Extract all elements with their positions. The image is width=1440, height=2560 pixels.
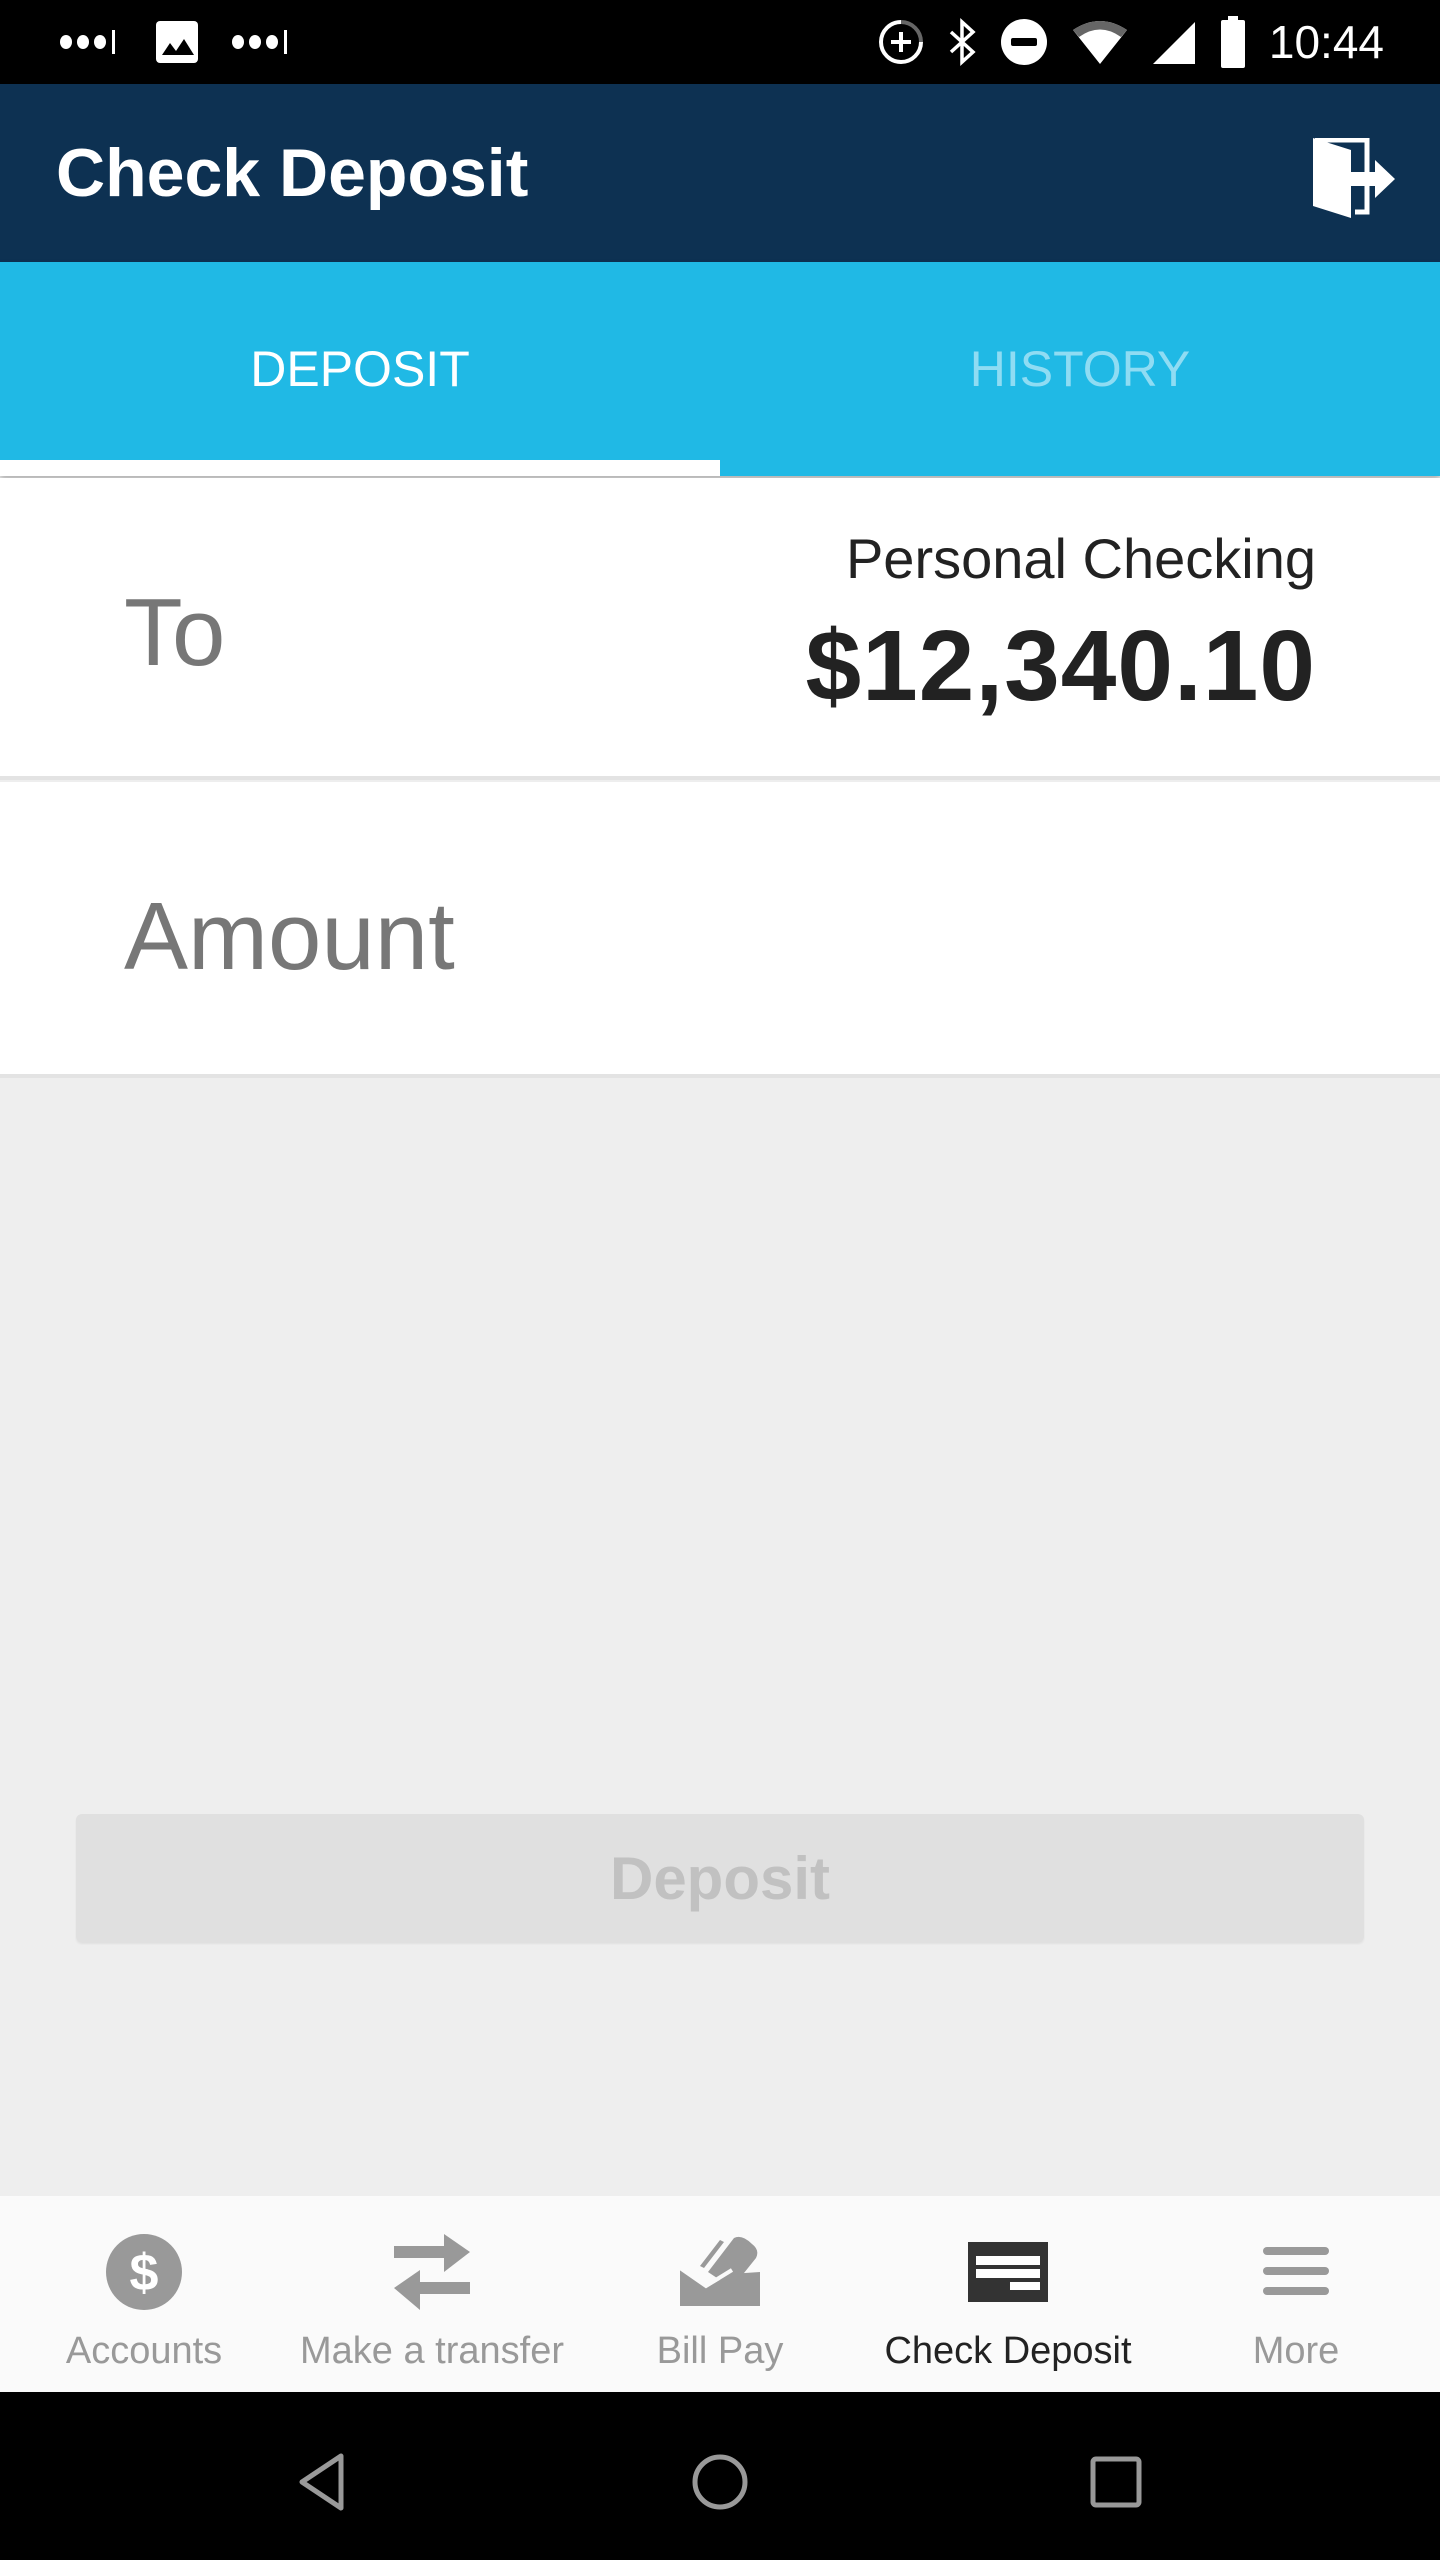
svg-text:$: $	[130, 2244, 159, 2302]
nav-item-bill-pay[interactable]: Bill Pay	[576, 2196, 864, 2392]
amount-label: Amount	[124, 883, 455, 990]
nav-label: Bill Pay	[656, 2330, 784, 2372]
nav-item-check-deposit[interactable]: Check Deposit	[864, 2196, 1152, 2392]
nav-item-accounts[interactable]: $ Accounts	[0, 2196, 288, 2392]
account-name: Personal Checking	[845, 527, 1316, 590]
logout-door-icon	[1313, 138, 1395, 218]
data-saver-icon	[878, 20, 923, 64]
to-label: To	[124, 579, 226, 686]
selected-account: Personal Checking $12,340.10	[806, 526, 1317, 724]
nav-label: Accounts	[65, 2330, 223, 2372]
signal-dots-icon	[232, 30, 287, 54]
status-time: 10:44	[1268, 16, 1384, 68]
page-title: Check Deposit	[56, 135, 529, 211]
nav-item-more[interactable]: More	[1152, 2196, 1440, 2392]
tab-history[interactable]: HISTORY	[720, 262, 1440, 476]
system-navigation-bar	[0, 2392, 1440, 2560]
transfer-arrows-icon	[394, 2234, 470, 2310]
account-balance: $12,340.10	[805, 610, 1316, 722]
deposit-button[interactable]: Deposit	[76, 1814, 1364, 1942]
status-bar: 10:44	[0, 0, 1440, 84]
home-circle-icon	[692, 2454, 748, 2510]
bluetooth-icon	[949, 18, 976, 66]
amount-field[interactable]: Amount	[0, 782, 1440, 1078]
back-button[interactable]	[282, 2442, 362, 2522]
battery-icon	[1220, 16, 1245, 68]
recents-square-icon	[1090, 2456, 1142, 2508]
do-not-disturb-icon	[1000, 19, 1047, 65]
bottom-navigation: $ Accounts Make a transfer Bill Pay Chec…	[0, 2196, 1440, 2392]
logout-button[interactable]	[1304, 134, 1404, 224]
bill-envelope-icon	[680, 2236, 760, 2306]
nav-label: More	[1252, 2330, 1340, 2372]
dollar-circle-icon: $	[106, 2234, 182, 2310]
nav-item-make-a-transfer[interactable]: Make a transfer	[288, 2196, 576, 2392]
signal-dots-icon	[60, 30, 115, 54]
tab-bar: DEPOSIT HISTORY	[0, 262, 1440, 476]
recents-button[interactable]	[1076, 2442, 1156, 2522]
wifi-icon	[1072, 21, 1127, 64]
status-bar-left	[58, 18, 296, 66]
to-account-selector[interactable]: To Personal Checking $12,340.10	[0, 478, 1440, 780]
cell-signal-icon	[1152, 22, 1195, 64]
menu-icon	[1263, 2247, 1329, 2295]
back-triangle-icon	[299, 2453, 344, 2511]
status-bar-right: 10:44	[877, 14, 1384, 70]
home-button[interactable]	[680, 2442, 760, 2522]
tab-deposit[interactable]: DEPOSIT	[0, 262, 720, 476]
check-icon	[968, 2242, 1048, 2302]
app-bar: Check Deposit	[0, 84, 1440, 262]
active-tab-indicator	[0, 460, 720, 476]
image-notification-icon	[156, 21, 198, 63]
nav-label: Check Deposit	[884, 2330, 1132, 2372]
nav-label: Make a transfer	[300, 2330, 564, 2372]
